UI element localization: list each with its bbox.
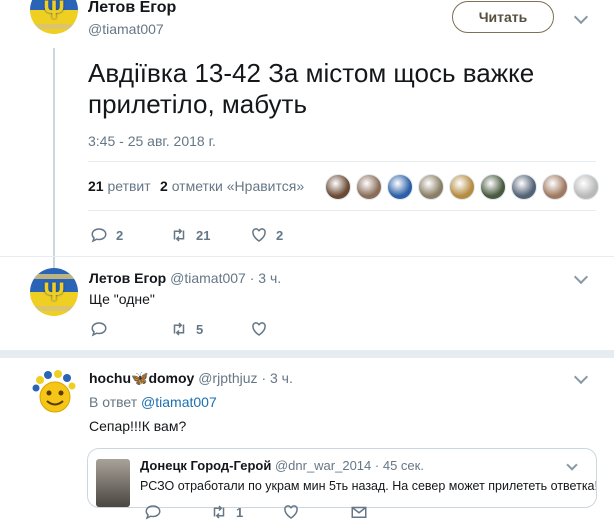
conversation-divider bbox=[0, 350, 614, 358]
reply-icon bbox=[145, 505, 161, 520]
reply1-retweet-action[interactable]: 5 bbox=[170, 320, 203, 338]
liker-avatar[interactable] bbox=[387, 174, 413, 200]
quoted-author-handle: @dnr_war_2014 bbox=[274, 458, 372, 473]
liker-avatar[interactable] bbox=[356, 174, 382, 200]
reply2-name-start: hochu bbox=[89, 370, 131, 386]
retweet-icon bbox=[173, 228, 185, 242]
reply2-retweet-count: 1 bbox=[236, 504, 244, 520]
trident-icon: Ψ bbox=[43, 0, 65, 25]
reply1-author-name[interactable]: Летов Егор bbox=[89, 270, 166, 286]
stats-bottom-divider bbox=[88, 210, 596, 211]
reply-icon bbox=[91, 228, 107, 243]
tweet-timestamp[interactable]: 3:45 - 25 авг. 2018 г. bbox=[88, 133, 216, 149]
retweet-icon bbox=[173, 322, 185, 336]
retweets-stat[interactable]: 21 ретвит bbox=[88, 178, 151, 194]
in-reply-prefix: В ответ bbox=[89, 394, 138, 410]
like-count: 2 bbox=[276, 227, 284, 243]
author-name[interactable]: Летов Егор bbox=[88, 0, 176, 17]
reply2-avatar[interactable] bbox=[30, 368, 78, 416]
reply1-reply-action[interactable] bbox=[90, 320, 108, 338]
thread-line bbox=[53, 48, 55, 268]
reply1-avatar[interactable]: Ψ bbox=[30, 268, 78, 316]
reply2-header: hochu🦋domoy @rjpthjuz · 3 ч. bbox=[89, 370, 293, 387]
reply1-like-action[interactable] bbox=[250, 320, 268, 338]
quoted-tweet[interactable]: Донецк Город-Герой @dnr_war_2014 · 45 се… bbox=[87, 448, 597, 508]
like-action[interactable]: 2 bbox=[250, 226, 283, 244]
in-reply-handle[interactable]: @tiamat007 bbox=[141, 394, 217, 410]
reply2-author-handle[interactable]: @rjpthjuz bbox=[198, 370, 257, 386]
follow-button[interactable]: Читать bbox=[452, 1, 554, 33]
reply2-text: Сепар!!!К вам? bbox=[89, 418, 187, 434]
reply2-name-end: domoy bbox=[148, 370, 195, 386]
quoted-time: · 45 сек. bbox=[374, 458, 424, 473]
likes-stat[interactable]: 2 отметки «Нравится» bbox=[160, 178, 304, 194]
chevron-down-icon[interactable] bbox=[573, 9, 589, 25]
heart-icon bbox=[284, 505, 298, 519]
retweet-icon bbox=[213, 505, 225, 519]
chevron-down-icon[interactable] bbox=[573, 269, 589, 285]
reply1-header: Летов Егор @tiamat007 · 3 ч. bbox=[89, 270, 281, 286]
reply2-author-name[interactable]: hochu🦋domoy bbox=[89, 370, 194, 386]
reply1-retweet-count: 5 bbox=[196, 321, 204, 337]
reply2-retweet-action[interactable]: 1 bbox=[210, 503, 243, 521]
smiley-flowers-icon bbox=[32, 370, 76, 413]
retweets-label: ретвит bbox=[107, 178, 151, 194]
mail-icon bbox=[351, 506, 367, 518]
reply1-author-handle[interactable]: @tiamat007 bbox=[170, 270, 246, 286]
tweet-text: Авдіївка 13-42 За містом щось важке прил… bbox=[88, 58, 535, 119]
liker-avatar[interactable] bbox=[449, 174, 475, 200]
reply2-like-action[interactable] bbox=[282, 503, 300, 521]
reply2-time[interactable]: · 3 ч. bbox=[261, 370, 292, 386]
main-tweet-divider bbox=[0, 256, 614, 257]
reply-count: 2 bbox=[116, 227, 124, 243]
chevron-down-icon[interactable] bbox=[573, 369, 589, 385]
author-handle[interactable]: @tiamat007 bbox=[88, 21, 164, 37]
likes-count: 2 bbox=[160, 178, 168, 194]
liker-avatar[interactable] bbox=[325, 174, 351, 200]
reply2-dm-action[interactable] bbox=[350, 503, 368, 521]
quoted-header: Донецк Город-Герой @dnr_war_2014 · 45 се… bbox=[140, 458, 424, 473]
likes-label: отметки «Нравится» bbox=[171, 178, 305, 194]
heart-icon bbox=[252, 228, 266, 242]
reply2-reply-action[interactable] bbox=[144, 503, 162, 521]
liker-avatar[interactable] bbox=[573, 174, 599, 200]
retweet-action[interactable]: 21 bbox=[170, 226, 210, 244]
liker-avatar[interactable] bbox=[542, 174, 568, 200]
reply-icon bbox=[91, 322, 107, 337]
butterfly-icon: 🦋 bbox=[131, 370, 149, 386]
quoted-author-name: Донецк Город-Герой bbox=[140, 458, 272, 473]
reply1-time[interactable]: · 3 ч. bbox=[250, 270, 281, 286]
liker-avatar[interactable] bbox=[480, 174, 506, 200]
quoted-text: РСЗО отработали по украм мин 5ть назад. … bbox=[140, 479, 597, 493]
reply1-text: Ще "одне" bbox=[89, 291, 155, 307]
liker-avatar[interactable] bbox=[511, 174, 537, 200]
retweets-count: 21 bbox=[88, 178, 104, 194]
author-avatar[interactable]: Ψ bbox=[30, 0, 78, 34]
reply-action[interactable]: 2 bbox=[90, 226, 123, 244]
heart-icon bbox=[252, 322, 266, 336]
chevron-down-icon[interactable] bbox=[566, 459, 578, 471]
retweet-count: 21 bbox=[196, 227, 211, 243]
likers-avatars bbox=[325, 174, 599, 200]
liker-avatar[interactable] bbox=[418, 174, 444, 200]
quoted-avatar bbox=[96, 459, 130, 507]
stats-top-divider bbox=[88, 161, 596, 162]
in-reply-to: В ответ @tiamat007 bbox=[89, 394, 217, 410]
trident-icon: Ψ bbox=[43, 276, 65, 307]
